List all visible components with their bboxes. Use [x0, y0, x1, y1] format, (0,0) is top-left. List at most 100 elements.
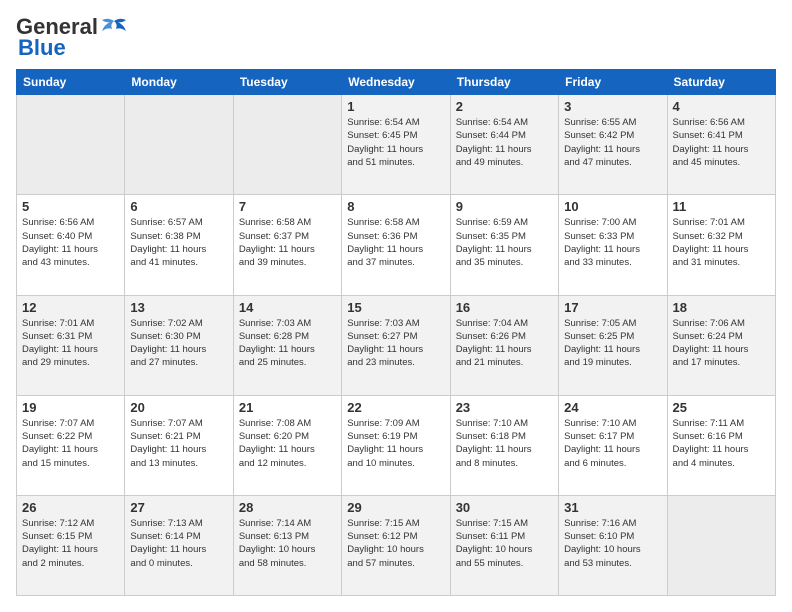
calendar-cell: 18Sunrise: 7:06 AM Sunset: 6:24 PM Dayli…	[667, 295, 775, 395]
calendar-cell: 29 Sunrise: 7:15 AM Sunset: 6:12 PM Dayli…	[342, 495, 450, 595]
cell-info: Sunrise: 7:07 AM Sunset: 6:21 PM Dayligh…	[130, 417, 227, 470]
cell-info: Sunrise: 7:15 AM Sunset: 6:11 PM Dayligh…	[456, 517, 553, 570]
logo-blue-text: Blue	[18, 37, 66, 59]
header: General Blue	[16, 16, 776, 59]
day-number: 30	[456, 500, 553, 515]
cell-info: Sunrise: 7:14 AM Sunset: 6:13 PM Dayligh…	[239, 517, 336, 570]
calendar-week-row: 12 Sunrise: 7:01 AM Sunset: 6:31 PM Dayli…	[17, 295, 776, 395]
cell-info: Sunrise: 6:56 AM Sunset: 6:41 PM Dayligh…	[673, 116, 770, 169]
page: General Blue SundayMondayTuesdayWednesda…	[0, 0, 792, 612]
cell-info: Sunrise: 6:56 AM Sunset: 6:40 PM Dayligh…	[22, 216, 119, 269]
cell-info: Sunrise: 7:01 AM Sunset: 6:31 PM Dayligh…	[22, 317, 119, 370]
cell-info: Sunrise: 6:58 AM Sunset: 6:36 PM Dayligh…	[347, 216, 444, 269]
weekday-header-row: SundayMondayTuesdayWednesdayThursdayFrid…	[17, 70, 776, 95]
cell-info: Sunrise: 7:09 AM Sunset: 6:19 PM Dayligh…	[347, 417, 444, 470]
day-number: 26	[22, 500, 119, 515]
cell-info: Sunrise: 6:54 AM Sunset: 6:45 PM Dayligh…	[347, 116, 444, 169]
day-number: 6	[130, 199, 227, 214]
cell-info: Sunrise: 7:10 AM Sunset: 6:18 PM Dayligh…	[456, 417, 553, 470]
day-number: 1	[347, 99, 444, 114]
day-number: 12	[22, 300, 119, 315]
cell-info: Sunrise: 6:54 AM Sunset: 6:44 PM Dayligh…	[456, 116, 553, 169]
day-number: 4	[673, 99, 770, 114]
calendar-cell: 31 Sunrise: 7:16 AM Sunset: 6:10 PM Dayli…	[559, 495, 667, 595]
weekday-header-thursday: Thursday	[450, 70, 558, 95]
calendar-cell: 16 Sunrise: 7:04 AM Sunset: 6:26 PM Dayli…	[450, 295, 558, 395]
cell-info: Sunrise: 6:59 AM Sunset: 6:35 PM Dayligh…	[456, 216, 553, 269]
day-number: 31	[564, 500, 661, 515]
calendar-cell	[17, 95, 125, 195]
cell-info: Sunrise: 7:03 AM Sunset: 6:27 PM Dayligh…	[347, 317, 444, 370]
calendar-cell: 13Sunrise: 7:02 AM Sunset: 6:30 PM Dayli…	[125, 295, 233, 395]
day-number: 9	[456, 199, 553, 214]
day-number: 15	[347, 300, 444, 315]
cell-info: Sunrise: 7:01 AM Sunset: 6:32 PM Dayligh…	[673, 216, 770, 269]
day-number: 27	[130, 500, 227, 515]
weekday-header-friday: Friday	[559, 70, 667, 95]
day-number: 17	[564, 300, 661, 315]
day-number: 10	[564, 199, 661, 214]
weekday-header-monday: Monday	[125, 70, 233, 95]
cell-info: Sunrise: 7:11 AM Sunset: 6:16 PM Dayligh…	[673, 417, 770, 470]
day-number: 21	[239, 400, 336, 415]
calendar-cell: 12 Sunrise: 7:01 AM Sunset: 6:31 PM Dayli…	[17, 295, 125, 395]
calendar-cell	[125, 95, 233, 195]
calendar-cell: 4 Sunrise: 6:56 AM Sunset: 6:41 PM Daylig…	[667, 95, 775, 195]
calendar-cell: 17 Sunrise: 7:05 AM Sunset: 6:25 PM Dayli…	[559, 295, 667, 395]
calendar-week-row: 5 Sunrise: 6:56 AM Sunset: 6:40 PM Daylig…	[17, 195, 776, 295]
calendar-cell: 11 Sunrise: 7:01 AM Sunset: 6:32 PM Dayli…	[667, 195, 775, 295]
cell-info: Sunrise: 7:10 AM Sunset: 6:17 PM Dayligh…	[564, 417, 661, 470]
calendar-week-row: 19 Sunrise: 7:07 AM Sunset: 6:22 PM Dayli…	[17, 395, 776, 495]
weekday-header-tuesday: Tuesday	[233, 70, 341, 95]
logo-bird-icon	[100, 17, 128, 39]
cell-info: Sunrise: 6:55 AM Sunset: 6:42 PM Dayligh…	[564, 116, 661, 169]
calendar-cell: 7Sunrise: 6:58 AM Sunset: 6:37 PM Daylig…	[233, 195, 341, 295]
cell-info: Sunrise: 7:05 AM Sunset: 6:25 PM Dayligh…	[564, 317, 661, 370]
cell-info: Sunrise: 7:07 AM Sunset: 6:22 PM Dayligh…	[22, 417, 119, 470]
cell-info: Sunrise: 6:57 AM Sunset: 6:38 PM Dayligh…	[130, 216, 227, 269]
calendar-cell: 14Sunrise: 7:03 AM Sunset: 6:28 PM Dayli…	[233, 295, 341, 395]
calendar-cell: 20Sunrise: 7:07 AM Sunset: 6:21 PM Dayli…	[125, 395, 233, 495]
calendar-cell: 3 Sunrise: 6:55 AM Sunset: 6:42 PM Daylig…	[559, 95, 667, 195]
calendar-cell: 26 Sunrise: 7:12 AM Sunset: 6:15 PM Dayli…	[17, 495, 125, 595]
logo: General Blue	[16, 16, 128, 59]
cell-info: Sunrise: 7:08 AM Sunset: 6:20 PM Dayligh…	[239, 417, 336, 470]
day-number: 11	[673, 199, 770, 214]
calendar-cell: 1 Sunrise: 6:54 AM Sunset: 6:45 PM Daylig…	[342, 95, 450, 195]
day-number: 22	[347, 400, 444, 415]
cell-info: Sunrise: 7:16 AM Sunset: 6:10 PM Dayligh…	[564, 517, 661, 570]
day-number: 19	[22, 400, 119, 415]
day-number: 5	[22, 199, 119, 214]
day-number: 28	[239, 500, 336, 515]
calendar-cell: 25Sunrise: 7:11 AM Sunset: 6:16 PM Dayli…	[667, 395, 775, 495]
calendar-cell: 15 Sunrise: 7:03 AM Sunset: 6:27 PM Dayli…	[342, 295, 450, 395]
day-number: 18	[673, 300, 770, 315]
cell-info: Sunrise: 7:02 AM Sunset: 6:30 PM Dayligh…	[130, 317, 227, 370]
weekday-header-wednesday: Wednesday	[342, 70, 450, 95]
day-number: 8	[347, 199, 444, 214]
calendar-cell: 9 Sunrise: 6:59 AM Sunset: 6:35 PM Daylig…	[450, 195, 558, 295]
calendar-cell: 19 Sunrise: 7:07 AM Sunset: 6:22 PM Dayli…	[17, 395, 125, 495]
cell-info: Sunrise: 7:00 AM Sunset: 6:33 PM Dayligh…	[564, 216, 661, 269]
day-number: 2	[456, 99, 553, 114]
day-number: 3	[564, 99, 661, 114]
calendar-cell: 24Sunrise: 7:10 AM Sunset: 6:17 PM Dayli…	[559, 395, 667, 495]
cell-info: Sunrise: 7:04 AM Sunset: 6:26 PM Dayligh…	[456, 317, 553, 370]
calendar-cell: 2 Sunrise: 6:54 AM Sunset: 6:44 PM Daylig…	[450, 95, 558, 195]
cell-info: Sunrise: 7:12 AM Sunset: 6:15 PM Dayligh…	[22, 517, 119, 570]
calendar-cell: 21 Sunrise: 7:08 AM Sunset: 6:20 PM Dayli…	[233, 395, 341, 495]
day-number: 7	[239, 199, 336, 214]
cell-info: Sunrise: 7:13 AM Sunset: 6:14 PM Dayligh…	[130, 517, 227, 570]
calendar-cell: 23Sunrise: 7:10 AM Sunset: 6:18 PM Dayli…	[450, 395, 558, 495]
day-number: 29	[347, 500, 444, 515]
calendar-cell	[667, 495, 775, 595]
day-number: 16	[456, 300, 553, 315]
calendar-cell: 8 Sunrise: 6:58 AM Sunset: 6:36 PM Daylig…	[342, 195, 450, 295]
calendar-week-row: 26 Sunrise: 7:12 AM Sunset: 6:15 PM Dayli…	[17, 495, 776, 595]
cell-info: Sunrise: 7:03 AM Sunset: 6:28 PM Dayligh…	[239, 317, 336, 370]
calendar-cell: 6 Sunrise: 6:57 AM Sunset: 6:38 PM Daylig…	[125, 195, 233, 295]
calendar-cell: 5 Sunrise: 6:56 AM Sunset: 6:40 PM Daylig…	[17, 195, 125, 295]
cell-info: Sunrise: 7:15 AM Sunset: 6:12 PM Dayligh…	[347, 517, 444, 570]
weekday-header-sunday: Sunday	[17, 70, 125, 95]
calendar-week-row: 1 Sunrise: 6:54 AM Sunset: 6:45 PM Daylig…	[17, 95, 776, 195]
